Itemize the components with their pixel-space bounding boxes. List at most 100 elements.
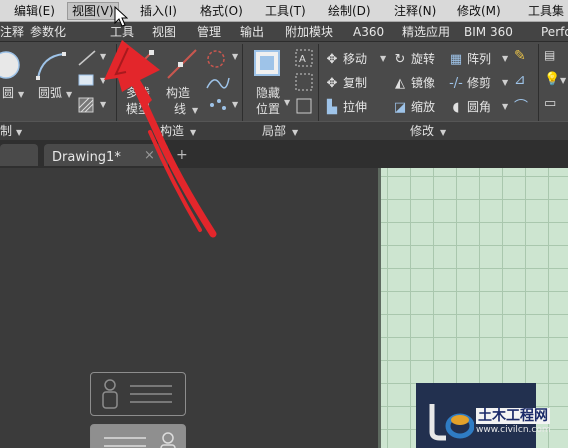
modify-stretch-button[interactable]: ▙ 拉伸 bbox=[324, 96, 367, 118]
modify-fillet-button[interactable]: ◖ 圆角 bbox=[448, 96, 491, 118]
modify-panel-expand-icon[interactable]: ▼ bbox=[440, 128, 446, 137]
tab-output[interactable]: 输出 bbox=[240, 24, 264, 40]
tab-performance[interactable]: Perfo bbox=[541, 24, 568, 40]
mtext-icon[interactable] bbox=[294, 72, 316, 92]
construct-panel-title[interactable]: 构造 bbox=[160, 124, 184, 139]
menu-tools[interactable]: 工具(T) bbox=[261, 2, 310, 20]
draw-panel-title[interactable]: 制 bbox=[0, 124, 12, 139]
hide-label-1: 隐藏 bbox=[256, 86, 281, 100]
modify-scale-button[interactable]: ◪ 缩放 bbox=[392, 96, 435, 118]
draw-panel-expand-icon[interactable]: ▼ bbox=[16, 128, 22, 137]
arc-label: 圆弧 bbox=[38, 86, 63, 100]
break-icon[interactable]: ⌒ bbox=[514, 96, 528, 116]
hide-dropdown-icon[interactable]: ▼ bbox=[284, 98, 290, 107]
move-dropdown-icon[interactable]: ▼ bbox=[380, 54, 386, 63]
tab-manage[interactable]: 管理 bbox=[197, 24, 221, 40]
hide-objects-icon[interactable] bbox=[252, 48, 284, 82]
document-tabs: Drawing1* × + bbox=[0, 140, 568, 168]
layer-dropdown-icon[interactable]: ▼ bbox=[560, 76, 566, 85]
modify-move-button[interactable]: ✥ 移动 bbox=[324, 48, 367, 70]
modify-copy-button[interactable]: ✥ 复制 bbox=[324, 72, 367, 94]
construction-line-label-1: 构造 bbox=[166, 86, 191, 100]
fillet-icon: ◖ bbox=[452, 100, 460, 115]
layer-rect-icon[interactable]: ▭ bbox=[544, 96, 556, 111]
layer-properties-icon[interactable]: ▤ bbox=[544, 48, 555, 62]
tab-view[interactable]: 视图 bbox=[152, 24, 176, 40]
modify-rotate-button[interactable]: ↻ 旋转 bbox=[392, 48, 435, 70]
stretch-icon: ▙ bbox=[327, 100, 337, 115]
arc-dropdown-icon[interactable]: ▼ bbox=[66, 90, 72, 99]
text-icon[interactable]: A bbox=[294, 48, 316, 68]
drawing1-tab[interactable]: Drawing1* × bbox=[44, 144, 168, 166]
menu-draw[interactable]: 绘制(D) bbox=[324, 2, 375, 20]
menu-insert[interactable]: 插入(I) bbox=[136, 2, 181, 20]
menu-modify[interactable]: 修改(M) bbox=[453, 2, 505, 20]
fillet-label: 圆角 bbox=[467, 100, 492, 114]
tab-featured-apps[interactable]: 精选应用 bbox=[402, 24, 450, 40]
trim-dropdown-icon[interactable]: ▼ bbox=[502, 78, 508, 87]
region-icon[interactable] bbox=[294, 96, 316, 116]
multiline-icon[interactable] bbox=[122, 48, 158, 82]
modify-mirror-button[interactable]: ◭ 镜像 bbox=[392, 72, 435, 94]
line-dropdown-icon[interactable]: ▼ bbox=[100, 52, 106, 61]
layer-bulb-icon[interactable]: 💡 bbox=[544, 72, 560, 87]
construction-line-icon[interactable] bbox=[164, 48, 200, 82]
rectangle-icon[interactable] bbox=[76, 72, 98, 88]
rotate-icon: ↻ bbox=[394, 52, 406, 67]
local-panel-expand-icon[interactable]: ▼ bbox=[292, 128, 298, 137]
modify-array-button[interactable]: ▦ 阵列 bbox=[448, 48, 491, 70]
scale-label: 缩放 bbox=[411, 100, 436, 114]
move-label: 移动 bbox=[343, 52, 368, 66]
modify-panel-title[interactable]: 修改 bbox=[410, 124, 434, 139]
tab-bim360[interactable]: BIM 360 bbox=[464, 24, 513, 40]
menu-view[interactable]: 视图(V) bbox=[67, 2, 119, 20]
menu-bar: 编辑(E) 视图(V) 插入(I) 格式(O) 工具(T) 绘制(D) 注释(N… bbox=[0, 0, 568, 22]
multiline-label-1: 多线 bbox=[126, 86, 151, 100]
watermark-logo-icon bbox=[429, 404, 474, 441]
construct-panel-expand-icon[interactable]: ▼ bbox=[190, 128, 196, 137]
tab-parametric[interactable]: 参数化 bbox=[30, 24, 66, 40]
line-icon[interactable] bbox=[76, 48, 98, 68]
trim-icon: -/- bbox=[449, 76, 463, 91]
profile-card-icon[interactable] bbox=[90, 424, 186, 448]
hatch-dropdown-icon[interactable]: ▼ bbox=[100, 100, 106, 109]
account-card-icon[interactable] bbox=[90, 372, 186, 416]
close-tab-icon[interactable]: × bbox=[144, 148, 155, 163]
svg-text:A: A bbox=[299, 54, 306, 65]
fillet-dropdown-icon[interactable]: ▼ bbox=[502, 102, 508, 111]
start-page-area bbox=[0, 168, 378, 448]
menu-toolsets[interactable]: 工具集 bbox=[524, 2, 568, 20]
menu-format[interactable]: 格式(O) bbox=[196, 2, 247, 20]
start-tab[interactable] bbox=[0, 144, 38, 166]
arc-icon[interactable] bbox=[34, 50, 68, 82]
multiline-label-2: 模型 bbox=[126, 102, 151, 116]
construction-line-dropdown-icon[interactable]: ▼ bbox=[192, 106, 198, 115]
circle-dropdown-icon[interactable]: ▼ bbox=[18, 90, 24, 99]
point-dropdown-icon[interactable]: ▼ bbox=[232, 100, 238, 109]
tab-annotate[interactable]: 注释 bbox=[0, 24, 24, 40]
mouse-cursor-icon bbox=[114, 6, 128, 27]
offset-icon[interactable]: ⊿ bbox=[514, 72, 526, 88]
polygon-icon[interactable] bbox=[204, 48, 232, 70]
mirror-icon: ◭ bbox=[395, 76, 405, 91]
array-dropdown-icon[interactable]: ▼ bbox=[502, 54, 508, 63]
explode-icon[interactable]: ✎ bbox=[514, 48, 526, 64]
circle-icon[interactable] bbox=[0, 50, 26, 80]
tab-a360[interactable]: A360 bbox=[353, 24, 384, 40]
tab-addins[interactable]: 附加模块 bbox=[285, 24, 333, 40]
polygon-dropdown-icon[interactable]: ▼ bbox=[232, 52, 238, 61]
spline-icon[interactable] bbox=[204, 72, 232, 94]
new-tab-icon[interactable]: + bbox=[176, 147, 188, 163]
watermark-url: www.civilcn.com bbox=[476, 425, 551, 435]
circle-label: 圆 bbox=[2, 86, 15, 100]
array-label: 阵列 bbox=[467, 52, 492, 66]
menu-edit[interactable]: 编辑(E) bbox=[10, 2, 59, 20]
hatch-icon[interactable] bbox=[76, 96, 98, 114]
rotate-label: 旋转 bbox=[411, 52, 436, 66]
menu-annotate[interactable]: 注释(N) bbox=[390, 2, 440, 20]
copy-label: 复制 bbox=[343, 76, 368, 90]
point-icon[interactable] bbox=[204, 96, 232, 114]
local-panel-title[interactable]: 局部 bbox=[262, 124, 286, 139]
modify-trim-button[interactable]: -/- 修剪 bbox=[448, 72, 491, 94]
rectangle-dropdown-icon[interactable]: ▼ bbox=[100, 76, 106, 85]
